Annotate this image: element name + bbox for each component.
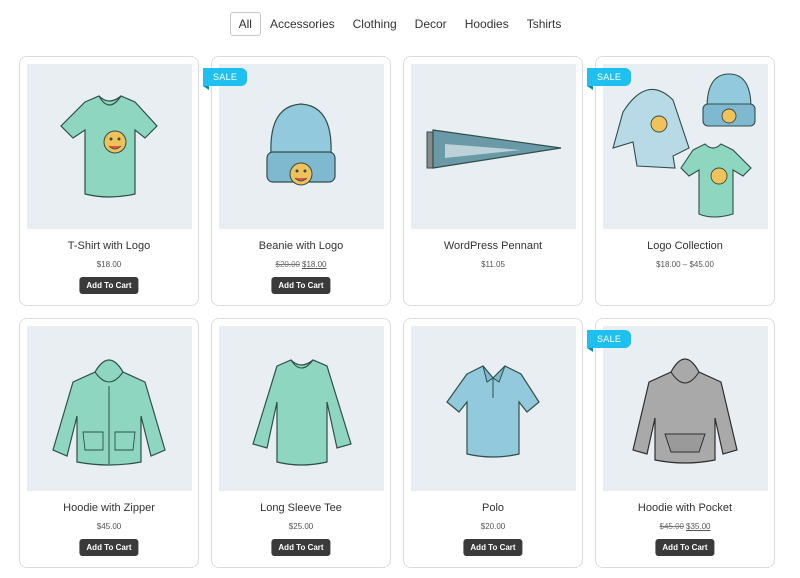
product-grid: T-Shirt with Logo $18.00 Add To Cart SAL… (19, 56, 775, 568)
product-card: WordPress Pennant $11.05 (403, 56, 583, 306)
pennant-image[interactable] (411, 64, 576, 229)
product-title[interactable]: Beanie with Logo (212, 240, 390, 252)
add-to-cart-button[interactable]: Add To Cart (79, 539, 139, 556)
product-price: $45.00 (96, 522, 122, 531)
category-filter-bar: All Accessories Clothing Decor Hoodies T… (0, 12, 800, 36)
filter-accessories[interactable]: Accessories (261, 12, 344, 36)
add-to-cart-button[interactable]: Add To Cart (655, 539, 715, 556)
product-price: $11.05 (481, 260, 505, 269)
product-card: SALE Logo Collection $18.00 – $45.00 (587, 56, 775, 306)
product-title[interactable]: Polo (404, 502, 582, 514)
sale-badge: SALE (587, 68, 632, 90)
product-card: T-Shirt with Logo $18.00 Add To Cart (19, 56, 199, 306)
filter-hoodies[interactable]: Hoodies (456, 12, 518, 36)
logo-collection-image[interactable] (603, 64, 768, 229)
product-price: $45.00 $35.00 (596, 522, 774, 531)
product-title[interactable]: T-Shirt with Logo (20, 240, 198, 252)
product-title[interactable]: Hoodie with Zipper (20, 502, 198, 514)
zip-hoodie-image[interactable] (27, 326, 192, 491)
sale-price: $35.00 (686, 522, 711, 531)
original-price: $45.00 (659, 522, 684, 531)
product-price: $20.00 (480, 522, 506, 531)
long-sleeve-image[interactable] (219, 326, 384, 491)
tshirt-logo-image[interactable] (27, 64, 192, 229)
product-card: SALE Hoodie with Pocket $45.00 $35.00 Add… (587, 318, 775, 568)
product-title[interactable]: Logo Collection (596, 240, 774, 252)
product-price: $20.00 $18.00 (212, 260, 390, 269)
pocket-hoodie-image[interactable] (603, 326, 768, 491)
product-card: SALE Beanie with Logo $20.00 $18.00 Add T… (203, 56, 391, 306)
sale-price: $18.00 (302, 260, 327, 269)
add-to-cart-button[interactable]: Add To Cart (463, 539, 523, 556)
filter-all[interactable]: All (229, 12, 261, 36)
filter-clothing[interactable]: Clothing (344, 12, 406, 36)
product-price: $25.00 (288, 522, 314, 531)
product-title[interactable]: Long Sleeve Tee (212, 502, 390, 514)
product-card: Hoodie with Zipper $45.00 Add To Cart (19, 318, 199, 568)
filter-decor[interactable]: Decor (406, 12, 456, 36)
product-card: Long Sleeve Tee $25.00 Add To Cart (211, 318, 391, 568)
product-price: $18.00 – $45.00 (656, 260, 714, 269)
product-title[interactable]: Hoodie with Pocket (596, 502, 774, 514)
product-title[interactable]: WordPress Pennant (404, 240, 582, 252)
add-to-cart-button[interactable]: Add To Cart (271, 539, 331, 556)
beanie-image[interactable] (219, 64, 384, 229)
filter-tshirts[interactable]: Tshirts (518, 12, 571, 36)
product-price: $18.00 (96, 260, 122, 269)
sale-badge: SALE (203, 68, 248, 90)
product-card: Polo $20.00 Add To Cart (403, 318, 583, 568)
polo-image[interactable] (411, 326, 576, 491)
sale-badge: SALE (587, 330, 632, 352)
original-price: $20.00 (275, 260, 300, 269)
add-to-cart-button[interactable]: Add To Cart (271, 277, 331, 294)
add-to-cart-button[interactable]: Add To Cart (79, 277, 139, 294)
